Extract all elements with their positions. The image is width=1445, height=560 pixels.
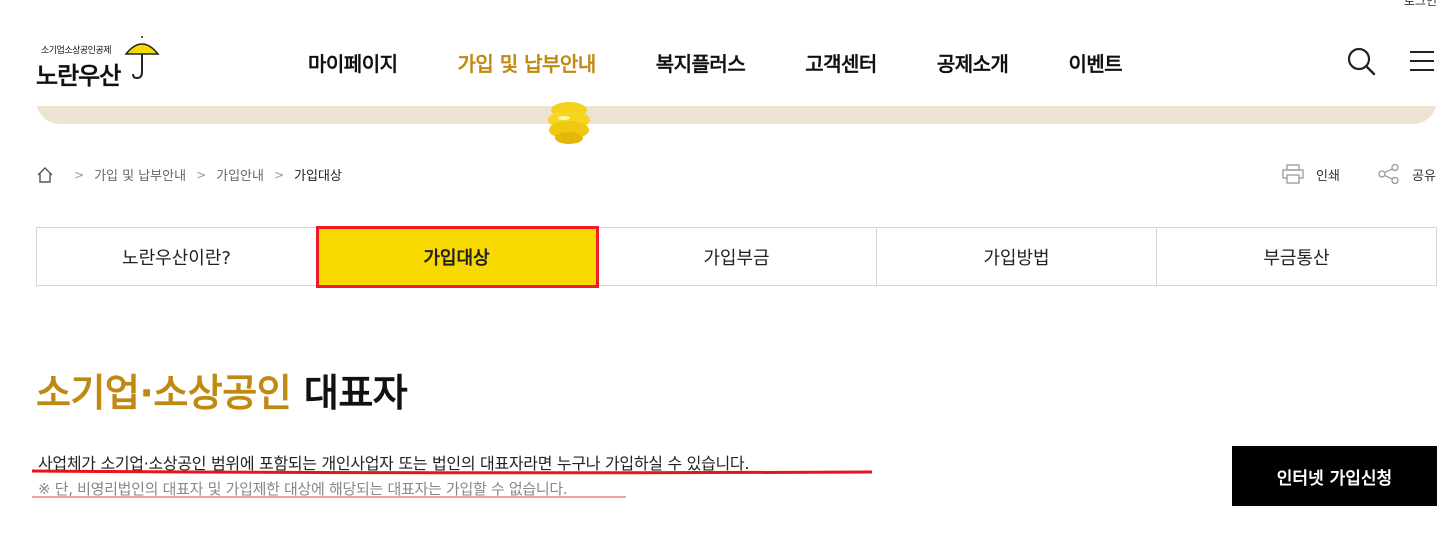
nav-about[interactable]: 공제소개 (937, 48, 1009, 77)
tab-eligibility[interactable]: 가입대상 (316, 226, 599, 288)
tab-about-yellow-umbrella[interactable]: 노란우산이란? (37, 228, 317, 285)
share-button[interactable]: 공유 (1378, 164, 1436, 184)
red-underline (32, 496, 626, 499)
share-icon (1378, 164, 1399, 184)
nav-event[interactable]: 이벤트 (1068, 48, 1122, 77)
umbrella-handle-icon (548, 102, 590, 144)
breadcrumb-item[interactable]: 가입안내 (216, 165, 264, 184)
share-label: 공유 (1412, 168, 1436, 184)
main-nav: 마이페이지 가입 및 납부안내 복지플러스 고객센터 공제소개 이벤트 (308, 48, 1182, 77)
logo[interactable]: 소기업소상공인공제 노란우산 (36, 36, 166, 92)
breadcrumb: > 가입 및 납부안내 > 가입안내 > 가입대상 (36, 165, 342, 184)
sub-tabs: 노란우산이란? 가입대상 가입부금 가입방법 부금통산 (36, 226, 1437, 288)
hamburger-menu-icon[interactable] (1407, 46, 1437, 76)
tab-contribution[interactable]: 가입부금 (597, 228, 877, 285)
tab-join-method[interactable]: 가입방법 (877, 228, 1157, 285)
search-icon[interactable] (1346, 46, 1376, 76)
umbrella-logo-icon (124, 36, 160, 80)
login-link[interactable]: 로그인 (1404, 0, 1437, 9)
red-underline (32, 469, 872, 475)
nav-customer-center[interactable]: 고객센터 (805, 48, 877, 77)
logo-title: 노란우산 (36, 62, 121, 90)
chevron-right-icon: > (74, 167, 85, 182)
tab-contribution-merge[interactable]: 부금통산 (1157, 228, 1436, 285)
title-plain: 대표자 (291, 371, 408, 415)
nav-welfare-plus[interactable]: 복지플러스 (656, 48, 746, 77)
visual-banner (36, 96, 1437, 144)
print-button[interactable]: 인쇄 (1282, 164, 1340, 184)
home-icon[interactable] (36, 166, 54, 184)
breadcrumb-item[interactable]: 가입 및 납부안내 (94, 165, 186, 184)
chevron-right-icon: > (196, 167, 207, 182)
title-accent: 소기업·소상공인 (36, 371, 292, 415)
printer-icon (1282, 164, 1304, 184)
nav-join-payment[interactable]: 가입 및 납부안내 (458, 48, 597, 77)
print-label: 인쇄 (1316, 168, 1340, 184)
chevron-right-icon: > (273, 167, 285, 182)
page-title: 소기업·소상공인 대표자 (36, 362, 408, 417)
online-apply-button[interactable]: 인터넷 가입신청 (1232, 446, 1437, 506)
nav-mypage[interactable]: 마이페이지 (308, 48, 398, 77)
logo-subtitle: 소기업소상공인공제 (41, 46, 112, 56)
breadcrumb-current: 가입대상 (294, 169, 342, 184)
